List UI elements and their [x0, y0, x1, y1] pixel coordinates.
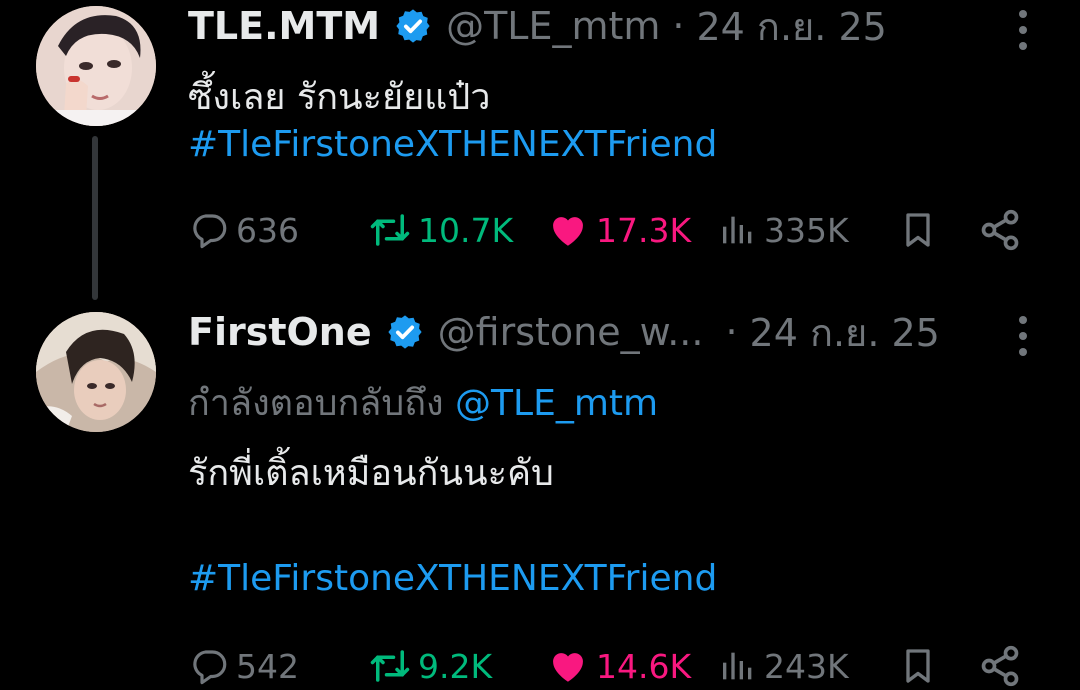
retweet-count: 9.2K — [418, 646, 493, 686]
reply-count: 542 — [236, 646, 299, 686]
handle[interactable]: @TLE_mtm — [446, 4, 660, 48]
tweet-2[interactable]: FirstOne @firstone_w... · 24 ก.ย. 25 กำล… — [0, 306, 1080, 688]
retweet-count: 10.7K — [418, 210, 514, 250]
reply-icon — [188, 645, 230, 687]
thread-line — [92, 136, 98, 300]
verified-badge-icon — [394, 7, 432, 45]
share-icon — [978, 208, 1022, 252]
retweet-icon — [368, 209, 412, 251]
bookmark-icon — [898, 208, 938, 252]
more-icon[interactable] — [1016, 316, 1030, 356]
like-count: 17.3K — [596, 210, 692, 250]
tweet-1[interactable]: TLE.MTM @TLE_mtm · 24 ก.ย. 25 ซึ้งเลย รั… — [0, 0, 1080, 300]
share-button[interactable] — [978, 642, 1022, 690]
hashtag-link[interactable]: #TleFirstoneXTHENEXTFriend — [188, 558, 717, 599]
tweet-header: TLE.MTM @TLE_mtm · 24 ก.ย. 25 — [188, 4, 887, 49]
handle[interactable]: @firstone_w... — [438, 310, 704, 354]
tweet-header: FirstOne @firstone_w... · 24 ก.ย. 25 — [188, 310, 940, 355]
action-bar: 636 10.7K 17.3K 335K — [188, 206, 1028, 254]
separator-dot: · — [725, 310, 738, 354]
hashtag-link[interactable]: #TleFirstoneXTHENEXTFriend — [188, 124, 717, 165]
share-icon — [978, 644, 1022, 688]
views-icon — [718, 645, 758, 687]
verified-badge-icon — [386, 313, 424, 351]
retweet-icon — [368, 645, 412, 687]
timestamp[interactable]: 24 ก.ย. 25 — [697, 0, 887, 57]
avatar[interactable] — [36, 312, 156, 432]
replying-to-label: กำลังตอบกลับถึง — [188, 383, 444, 424]
reply-count: 636 — [236, 210, 299, 250]
reply-button[interactable]: 636 — [188, 206, 299, 254]
tweet-text: รักพี่เติ้ลเหมือนกันนะคับ — [188, 453, 554, 494]
display-name[interactable]: TLE.MTM — [188, 4, 380, 48]
separator-dot: · — [672, 4, 685, 48]
views-button[interactable]: 243K — [718, 642, 849, 690]
avatar[interactable] — [36, 6, 156, 126]
reply-button[interactable]: 542 — [188, 642, 299, 690]
tweet-text: ซึ้งเลย รักนะยัยแป๋ว — [188, 77, 491, 118]
action-bar: 542 9.2K 14.6K 243K — [188, 642, 1028, 690]
replying-to: กำลังตอบกลับถึง @TLE_mtm — [188, 374, 658, 431]
bookmark-button[interactable] — [898, 206, 938, 254]
mention-link[interactable]: @TLE_mtm — [455, 383, 658, 424]
views-button[interactable]: 335K — [718, 206, 849, 254]
display-name[interactable]: FirstOne — [188, 310, 372, 354]
retweet-button[interactable]: 9.2K — [368, 642, 492, 690]
heart-icon — [546, 209, 590, 251]
bookmark-icon — [898, 644, 938, 688]
like-count: 14.6K — [596, 646, 692, 686]
like-button[interactable]: 14.6K — [546, 642, 691, 690]
retweet-button[interactable]: 10.7K — [368, 206, 513, 254]
views-count: 243K — [764, 646, 849, 686]
heart-icon — [546, 645, 590, 687]
views-count: 335K — [764, 210, 849, 250]
views-icon — [718, 209, 758, 251]
like-button[interactable]: 17.3K — [546, 206, 691, 254]
reply-icon — [188, 209, 230, 251]
timestamp[interactable]: 24 ก.ย. 25 — [750, 302, 940, 363]
more-icon[interactable] — [1016, 10, 1030, 50]
share-button[interactable] — [978, 206, 1022, 254]
bookmark-button[interactable] — [898, 642, 938, 690]
